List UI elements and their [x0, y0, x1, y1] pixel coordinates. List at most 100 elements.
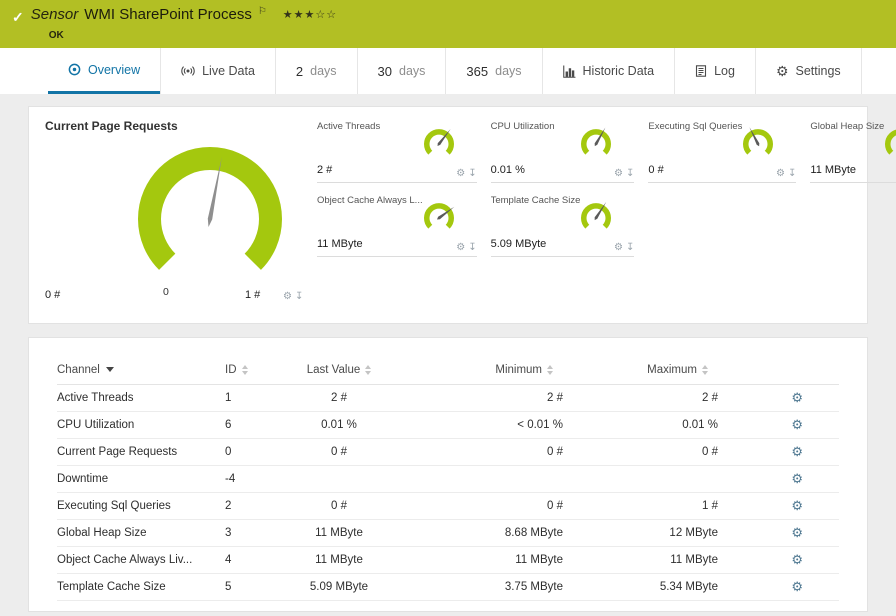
channel-row[interactable]: Executing Sql Queries 2 0 #0 #1 # ⚙ — [57, 492, 839, 520]
channel-row[interactable]: Active Threads 1 2 #2 #2 # ⚙ — [57, 384, 839, 412]
tab-number: 2 — [295, 63, 304, 79]
main-content: Current Page Requests 0 # 0 1 # ⚙ ↧ Acti… — [0, 94, 896, 616]
overview-icon — [68, 63, 81, 76]
tab-label: Overview — [88, 62, 141, 77]
tab-historic-data[interactable]: Historic Data — [541, 48, 675, 94]
tab-log[interactable]: Log — [674, 48, 755, 94]
channel-id: 2 — [225, 492, 305, 520]
tab-30-days[interactable]: 30 days — [356, 48, 446, 94]
channel-minimum — [373, 465, 563, 493]
column-label: Maximum — [647, 364, 697, 376]
sort-icon — [547, 364, 553, 375]
gauge-value: 11 MByte — [317, 238, 363, 250]
gauge-dial — [572, 125, 620, 172]
primary-gauge-value: 0 # — [45, 289, 61, 301]
tab-label: days — [310, 64, 337, 78]
channel-settings-icon[interactable]: ⚙ — [791, 525, 803, 540]
gauge-pin-icon[interactable]: ↧ — [468, 243, 476, 253]
column-header-channel[interactable]: Channel — [57, 356, 225, 385]
channel-settings-icon[interactable]: ⚙ — [791, 552, 803, 567]
gauge-value: 11 MByte — [810, 164, 857, 176]
tab-bar: Overview Live Data 2 days 30 days 365 days Histo… — [0, 48, 896, 94]
tab-number: 365 — [466, 63, 489, 79]
gauge-pin-icon[interactable]: ↧ — [295, 292, 303, 302]
tab-label: Settings — [795, 64, 841, 78]
channel-maximum: 2 # — [563, 384, 718, 412]
gauge-cpu-utilization: CPU Utilization 0.01 % ⚙ ↧ — [490, 119, 635, 183]
primary-gauge-actions: ⚙ ↧ — [283, 292, 303, 302]
channel-settings-icon[interactable]: ⚙ — [791, 498, 803, 513]
gauge-pin-icon[interactable]: ↧ — [468, 169, 476, 179]
column-label: ID — [225, 364, 237, 376]
channel-name: Downtime — [57, 465, 225, 493]
sensor-title: WMI SharePoint Process — [84, 6, 252, 23]
channel-name: Active Threads — [57, 384, 225, 412]
primary-gauge: Current Page Requests 0 # 0 1 # ⚙ ↧ — [45, 119, 307, 311]
gauge-settings-icon[interactable]: ⚙ — [614, 243, 623, 253]
gauge-settings-icon[interactable]: ⚙ — [283, 292, 292, 302]
gauge-pin-icon[interactable]: ↧ — [788, 169, 796, 179]
channel-settings-icon[interactable]: ⚙ — [791, 417, 803, 432]
channel-row[interactable]: Current Page Requests 0 0 #0 #0 # ⚙ — [57, 438, 839, 466]
column-header-id[interactable]: ID — [225, 356, 305, 385]
channel-name: Template Cache Size — [57, 573, 225, 601]
gauge-actions: ⚙ ↧ — [456, 243, 476, 253]
live-data-icon — [181, 65, 195, 77]
primary-gauge-scale-min: 0 — [163, 286, 169, 298]
gauge-settings-icon[interactable]: ⚙ — [456, 243, 465, 253]
sensor-ok-check-icon: ✓ — [12, 9, 24, 25]
channel-settings-icon[interactable]: ⚙ — [791, 444, 803, 459]
channel-minimum: 2 # — [373, 384, 563, 412]
tab-settings[interactable]: ⚙ Settings — [754, 48, 862, 94]
tab-number: 30 — [377, 63, 393, 79]
channel-last-value: 11 MByte — [305, 546, 373, 574]
channel-row[interactable]: Global Heap Size 3 11 MByte 8.68 MByte 12 MB… — [57, 519, 839, 547]
tab-overview[interactable]: Overview — [48, 48, 161, 94]
channel-row[interactable]: Downtime -4 ⚙ — [57, 465, 839, 493]
channel-name: Object Cache Always Liv... — [57, 546, 225, 574]
gauge-actions: ⚙ ↧ — [614, 243, 634, 253]
tab-365-days[interactable]: 365 days — [445, 48, 541, 94]
flag-icon[interactable]: ⚐ — [258, 6, 267, 17]
tab-label: Log — [714, 64, 735, 78]
channel-id: 3 — [225, 519, 305, 547]
gauge-settings-icon[interactable]: ⚙ — [776, 169, 785, 179]
sensor-title-block: Sensor WMI SharePoint Process ⚐ ★★★☆☆ OK — [31, 6, 337, 48]
channel-maximum: 11 MByte — [563, 546, 718, 574]
channel-id: 0 — [225, 438, 305, 466]
gauge-pin-icon[interactable]: ↧ — [626, 169, 634, 179]
sort-descending-icon — [105, 367, 114, 373]
column-header-maximum[interactable]: Maximum — [563, 356, 718, 385]
tab-live-data[interactable]: Live Data — [160, 48, 275, 94]
channels-table: Channel ID Last Value Minimum Maximum Ac… — [57, 356, 839, 601]
channel-settings-icon[interactable]: ⚙ — [791, 390, 803, 405]
channel-settings-icon[interactable]: ⚙ — [791, 579, 803, 594]
column-header-last-value[interactable]: Last Value — [305, 356, 373, 385]
tab-label: days — [399, 64, 426, 78]
tab-label: Historic Data — [582, 64, 655, 78]
channel-row[interactable]: Object Cache Always Liv... 4 11 MByte 11 MB… — [57, 546, 839, 574]
gauge-settings-icon[interactable]: ⚙ — [614, 169, 623, 179]
gauge-settings-icon[interactable]: ⚙ — [456, 169, 465, 179]
channel-name: Executing Sql Queries — [57, 492, 225, 520]
channel-id: -4 — [225, 465, 305, 493]
gauge-value: 5.09 MByte — [490, 238, 547, 250]
table-header-row: Channel ID Last Value Minimum Maximum — [57, 356, 839, 385]
gauge-executing-sql-queries: Executing Sql Queries 0 # ⚙ ↧ — [648, 119, 797, 183]
channel-settings-icon[interactable]: ⚙ — [791, 471, 803, 486]
priority-stars[interactable]: ★★★☆☆ — [283, 8, 337, 21]
column-header-minimum[interactable]: Minimum — [373, 356, 563, 385]
gauge-actions: ⚙ ↧ — [776, 169, 796, 179]
channel-row[interactable]: CPU Utilization 6 0.01 % < 0.01 % 0.01 % ⚙ — [57, 411, 839, 439]
channel-last-value: 2 # — [305, 384, 373, 412]
channel-minimum: 3.75 MByte — [373, 573, 563, 601]
gauge-pin-icon[interactable]: ↧ — [626, 243, 634, 253]
sort-icon — [702, 364, 708, 375]
channel-id: 1 — [225, 384, 305, 412]
channel-row[interactable]: Template Cache Size 5 5.09 MByte 3.75 MByte… — [57, 573, 839, 601]
tab-2-days[interactable]: 2 days — [274, 48, 357, 94]
channel-minimum: 0 # — [373, 438, 563, 466]
channel-last-value: 0.01 % — [305, 411, 373, 439]
gauge-template-cache-size: Template Cache Size 5.09 MByte ⚙ ↧ — [490, 193, 635, 257]
gauge-global-heap-size: Global Heap Size11 MByte⚙↧ — [810, 119, 896, 183]
